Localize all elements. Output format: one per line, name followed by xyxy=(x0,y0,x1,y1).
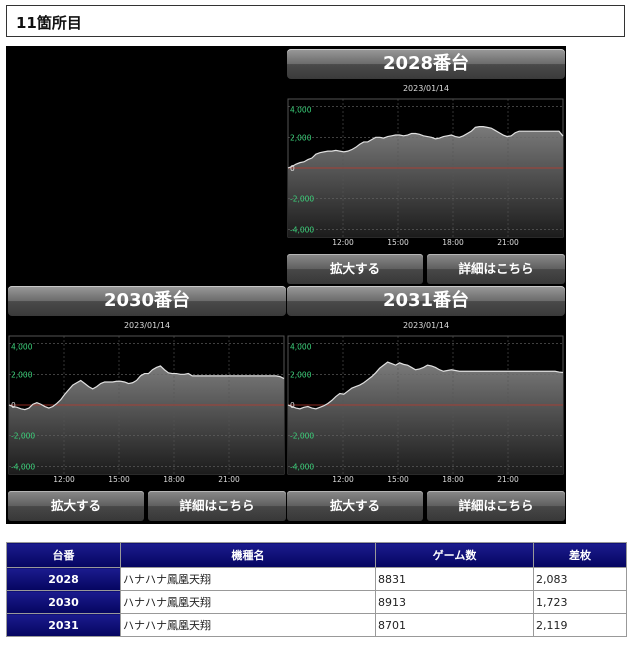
chart-date: 2023/01/14 xyxy=(402,321,450,330)
game-count: 8701 xyxy=(375,613,534,637)
column-header: 機種名 xyxy=(120,542,376,568)
x-tick-label: 21:00 xyxy=(497,238,519,247)
table-row: 2028 ハナハナ鳳凰天翔 8831 2,083 xyxy=(6,567,627,591)
column-header: 台番 xyxy=(6,542,121,568)
y-tick-label: -4,000 xyxy=(290,225,314,234)
y-tick-label: -2,000 xyxy=(11,432,35,441)
x-tick-label: 12:00 xyxy=(332,475,354,484)
x-tick-label: 15:00 xyxy=(387,475,409,484)
x-tick-label: 21:00 xyxy=(497,475,519,484)
chart-date: 2023/01/14 xyxy=(123,321,171,330)
zoom-button[interactable]: 拡大する xyxy=(287,254,423,284)
y-tick-label: 0 xyxy=(290,164,295,173)
y-tick-label: -4,000 xyxy=(290,462,314,471)
machine-model: ハナハナ鳳凰天翔 xyxy=(120,590,376,614)
detail-button[interactable]: 詳細はこちら xyxy=(427,491,565,521)
coin-difference: 1,723 xyxy=(533,590,627,614)
column-header: ゲーム数 xyxy=(375,542,534,568)
y-tick-label: -4,000 xyxy=(11,462,35,471)
button-row: 拡大する 詳細はこちら xyxy=(287,491,565,521)
y-tick-label: -2,000 xyxy=(290,432,314,441)
machine-table: 台番 機種名 ゲーム数 差枚 2028 ハナハナ鳳凰天翔 8831 2,083 … xyxy=(6,542,627,637)
table-row: 2031 ハナハナ鳳凰天翔 8701 2,119 xyxy=(6,613,627,637)
column-header: 差枚 xyxy=(533,542,627,568)
y-tick-label: 0 xyxy=(290,401,295,410)
machine-model: ハナハナ鳳凰天翔 xyxy=(120,567,376,591)
slump-chart: 12:00 15:00 18:00 21:00 4,000 2,000 0 -2,000 -4,… xyxy=(287,98,564,247)
y-tick-label: 4,000 xyxy=(290,106,312,115)
x-tick-label: 18:00 xyxy=(442,475,464,484)
slump-chart: 12:00 15:00 18:00 21:00 4,000 2,000 0 -2,000 -4,… xyxy=(8,335,285,484)
coin-difference: 2,119 xyxy=(533,613,627,637)
coin-difference: 2,083 xyxy=(533,567,627,591)
detail-button[interactable]: 詳細はこちら xyxy=(427,254,565,284)
game-count: 8831 xyxy=(375,567,534,591)
y-tick-label: 0 xyxy=(11,401,16,410)
section-heading-text: 11箇所目 xyxy=(16,14,82,32)
y-tick-label: 4,000 xyxy=(11,343,33,352)
machine-number[interactable]: 2031 xyxy=(6,613,121,637)
y-tick-label: -2,000 xyxy=(290,195,314,204)
machine-model: ハナハナ鳳凰天翔 xyxy=(120,613,376,637)
game-count: 8913 xyxy=(375,590,534,614)
detail-button[interactable]: 詳細はこちら xyxy=(148,491,286,521)
button-row: 拡大する 詳細はこちら xyxy=(8,491,286,521)
table-header-row: 台番 機種名 ゲーム数 差枚 xyxy=(6,542,627,568)
x-tick-label: 21:00 xyxy=(218,475,240,484)
x-tick-label: 18:00 xyxy=(163,475,185,484)
x-tick-label: 15:00 xyxy=(387,238,409,247)
section-heading: 11箇所目 xyxy=(6,5,625,37)
machine-number[interactable]: 2028 xyxy=(6,567,121,591)
chart-date: 2023/01/14 xyxy=(402,84,450,93)
x-tick-label: 12:00 xyxy=(332,238,354,247)
machine-title: 2028番台 xyxy=(287,49,565,79)
machine-title: 2030番台 xyxy=(8,286,286,316)
graph-panel: 2028番台 2023/01/14 12:00 15:00 18:00 21:00 4,… xyxy=(6,46,566,524)
y-tick-label: 4,000 xyxy=(290,343,312,352)
x-tick-label: 12:00 xyxy=(53,475,75,484)
button-row: 拡大する 詳細はこちら xyxy=(287,254,565,284)
y-tick-label: 2,000 xyxy=(290,370,312,379)
slump-chart: 12:00 15:00 18:00 21:00 4,000 2,000 0 -2,000 -4,… xyxy=(287,335,564,484)
machine-number[interactable]: 2030 xyxy=(6,590,121,614)
y-tick-label: 2,000 xyxy=(290,133,312,142)
y-tick-label: 2,000 xyxy=(11,370,33,379)
x-tick-label: 15:00 xyxy=(108,475,130,484)
table-row: 2030 ハナハナ鳳凰天翔 8913 1,723 xyxy=(6,590,627,614)
zoom-button[interactable]: 拡大する xyxy=(287,491,423,521)
machine-title: 2031番台 xyxy=(287,286,565,316)
zoom-button[interactable]: 拡大する xyxy=(8,491,144,521)
x-tick-label: 18:00 xyxy=(442,238,464,247)
